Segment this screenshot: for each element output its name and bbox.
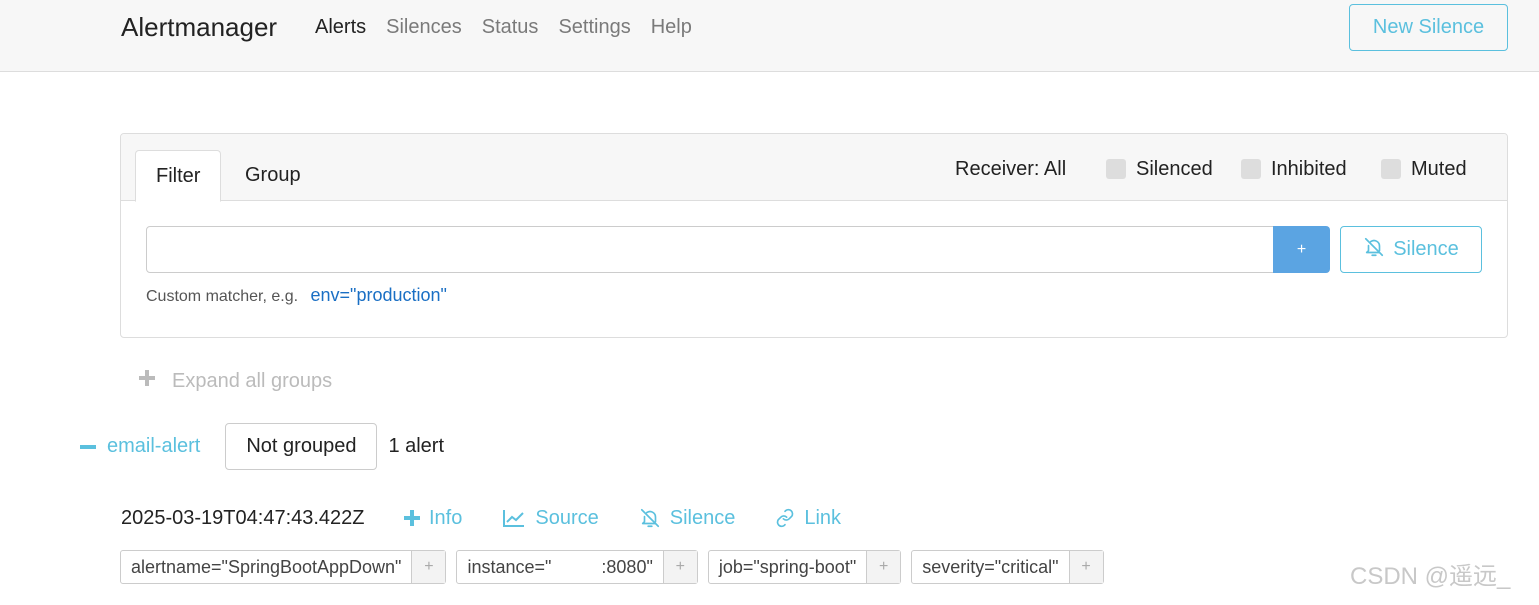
label-pill: severity="critical" +	[911, 550, 1104, 584]
label-pill: alertname="SpringBootAppDown" +	[120, 550, 447, 584]
label-text[interactable]: severity="critical"	[912, 551, 1070, 583]
link-label: Link	[804, 507, 842, 529]
muted-label: Muted	[1411, 158, 1467, 180]
label-pill: instance=" :8080" +	[456, 550, 698, 584]
info-label: Info	[429, 507, 463, 529]
grouping-badge: Not grouped	[225, 423, 378, 470]
alert-actions: Info Source Silence Link	[404, 505, 881, 531]
alert-labels: alertname="SpringBootAppDown" + instance…	[120, 550, 1104, 584]
link-icon	[775, 508, 795, 528]
main-nav: Alerts Silences Status Settings Help	[315, 14, 712, 40]
silence-alert-label: Silence	[669, 507, 736, 529]
hint-example-link[interactable]: env="production"	[311, 285, 447, 305]
add-matcher-button[interactable]: +	[1273, 226, 1330, 273]
filter-card: Filter Group Receiver: All Silenced Inhi…	[120, 133, 1508, 338]
nav-settings[interactable]: Settings	[558, 14, 630, 40]
new-silence-button[interactable]: New Silence	[1349, 4, 1508, 51]
plus-icon	[404, 510, 420, 526]
source-button[interactable]: Source	[502, 505, 599, 531]
add-label-filter-button[interactable]: +	[412, 551, 446, 583]
expand-all-groups[interactable]: Expand all groups	[138, 368, 332, 394]
add-label-filter-button[interactable]: +	[867, 551, 901, 583]
label-text[interactable]: alertname="SpringBootAppDown"	[121, 551, 413, 583]
label-pill: job="spring-boot" +	[707, 550, 902, 584]
alert-count: 1 alert	[388, 435, 445, 457]
silence-filter-label: Silence	[1393, 238, 1459, 260]
silence-alert-button[interactable]: Silence	[639, 505, 736, 531]
expand-all-label: Expand all groups	[172, 370, 333, 392]
nav-silences[interactable]: Silences	[386, 14, 462, 40]
inhibited-checkbox[interactable]: Inhibited	[1241, 156, 1347, 182]
silenced-checkbox[interactable]: Silenced	[1106, 156, 1213, 182]
tab-filter[interactable]: Filter	[135, 150, 222, 202]
source-label: Source	[535, 507, 599, 529]
add-label-filter-button[interactable]: +	[663, 551, 697, 583]
silenced-label: Silenced	[1136, 158, 1213, 180]
watermark: CSDN @遥远_	[1350, 563, 1511, 590]
line-chart-icon	[502, 508, 526, 528]
nav-alerts[interactable]: Alerts	[315, 14, 366, 40]
group-name: email-alert	[107, 435, 201, 457]
muted-checkbox[interactable]: Muted	[1381, 156, 1467, 182]
bell-slash-icon	[639, 507, 661, 529]
nav-help[interactable]: Help	[651, 14, 692, 40]
bell-slash-icon	[1363, 236, 1385, 264]
filter-card-header: Filter Group Receiver: All Silenced Inhi…	[121, 134, 1507, 202]
link-button[interactable]: Link	[775, 505, 841, 531]
group-collapse-toggle[interactable]: email-alert	[80, 435, 200, 458]
checkbox-box[interactable]	[1381, 159, 1401, 179]
silence-filter-button[interactable]: Silence	[1340, 226, 1482, 273]
plus-icon	[138, 368, 156, 394]
add-label-filter-button[interactable]: +	[1069, 551, 1103, 583]
navbar: Alertmanager Alerts Silences Status Sett…	[0, 0, 1539, 72]
alert-group-header: email-alert Not grouped 1 alert	[80, 423, 444, 470]
info-button[interactable]: Info	[404, 505, 462, 531]
checkbox-box[interactable]	[1241, 159, 1261, 179]
label-text[interactable]: instance=" :8080"	[457, 551, 664, 583]
matcher-hint: Custom matcher, e.g. env="production"	[146, 284, 447, 308]
tab-group[interactable]: Group	[225, 150, 321, 202]
alert-timestamp: 2025-03-19T04:47:43.422Z	[121, 507, 365, 529]
inhibited-label: Inhibited	[1271, 158, 1347, 180]
hint-prefix: Custom matcher, e.g.	[146, 288, 299, 305]
nav-status[interactable]: Status	[482, 14, 539, 40]
minus-icon	[80, 444, 96, 449]
label-text[interactable]: job="spring-boot"	[709, 551, 868, 583]
filter-input[interactable]	[146, 226, 1274, 273]
receiver-selector[interactable]: Receiver: All	[955, 156, 1066, 182]
checkbox-box[interactable]	[1106, 159, 1126, 179]
app-title[interactable]: Alertmanager	[121, 10, 277, 44]
